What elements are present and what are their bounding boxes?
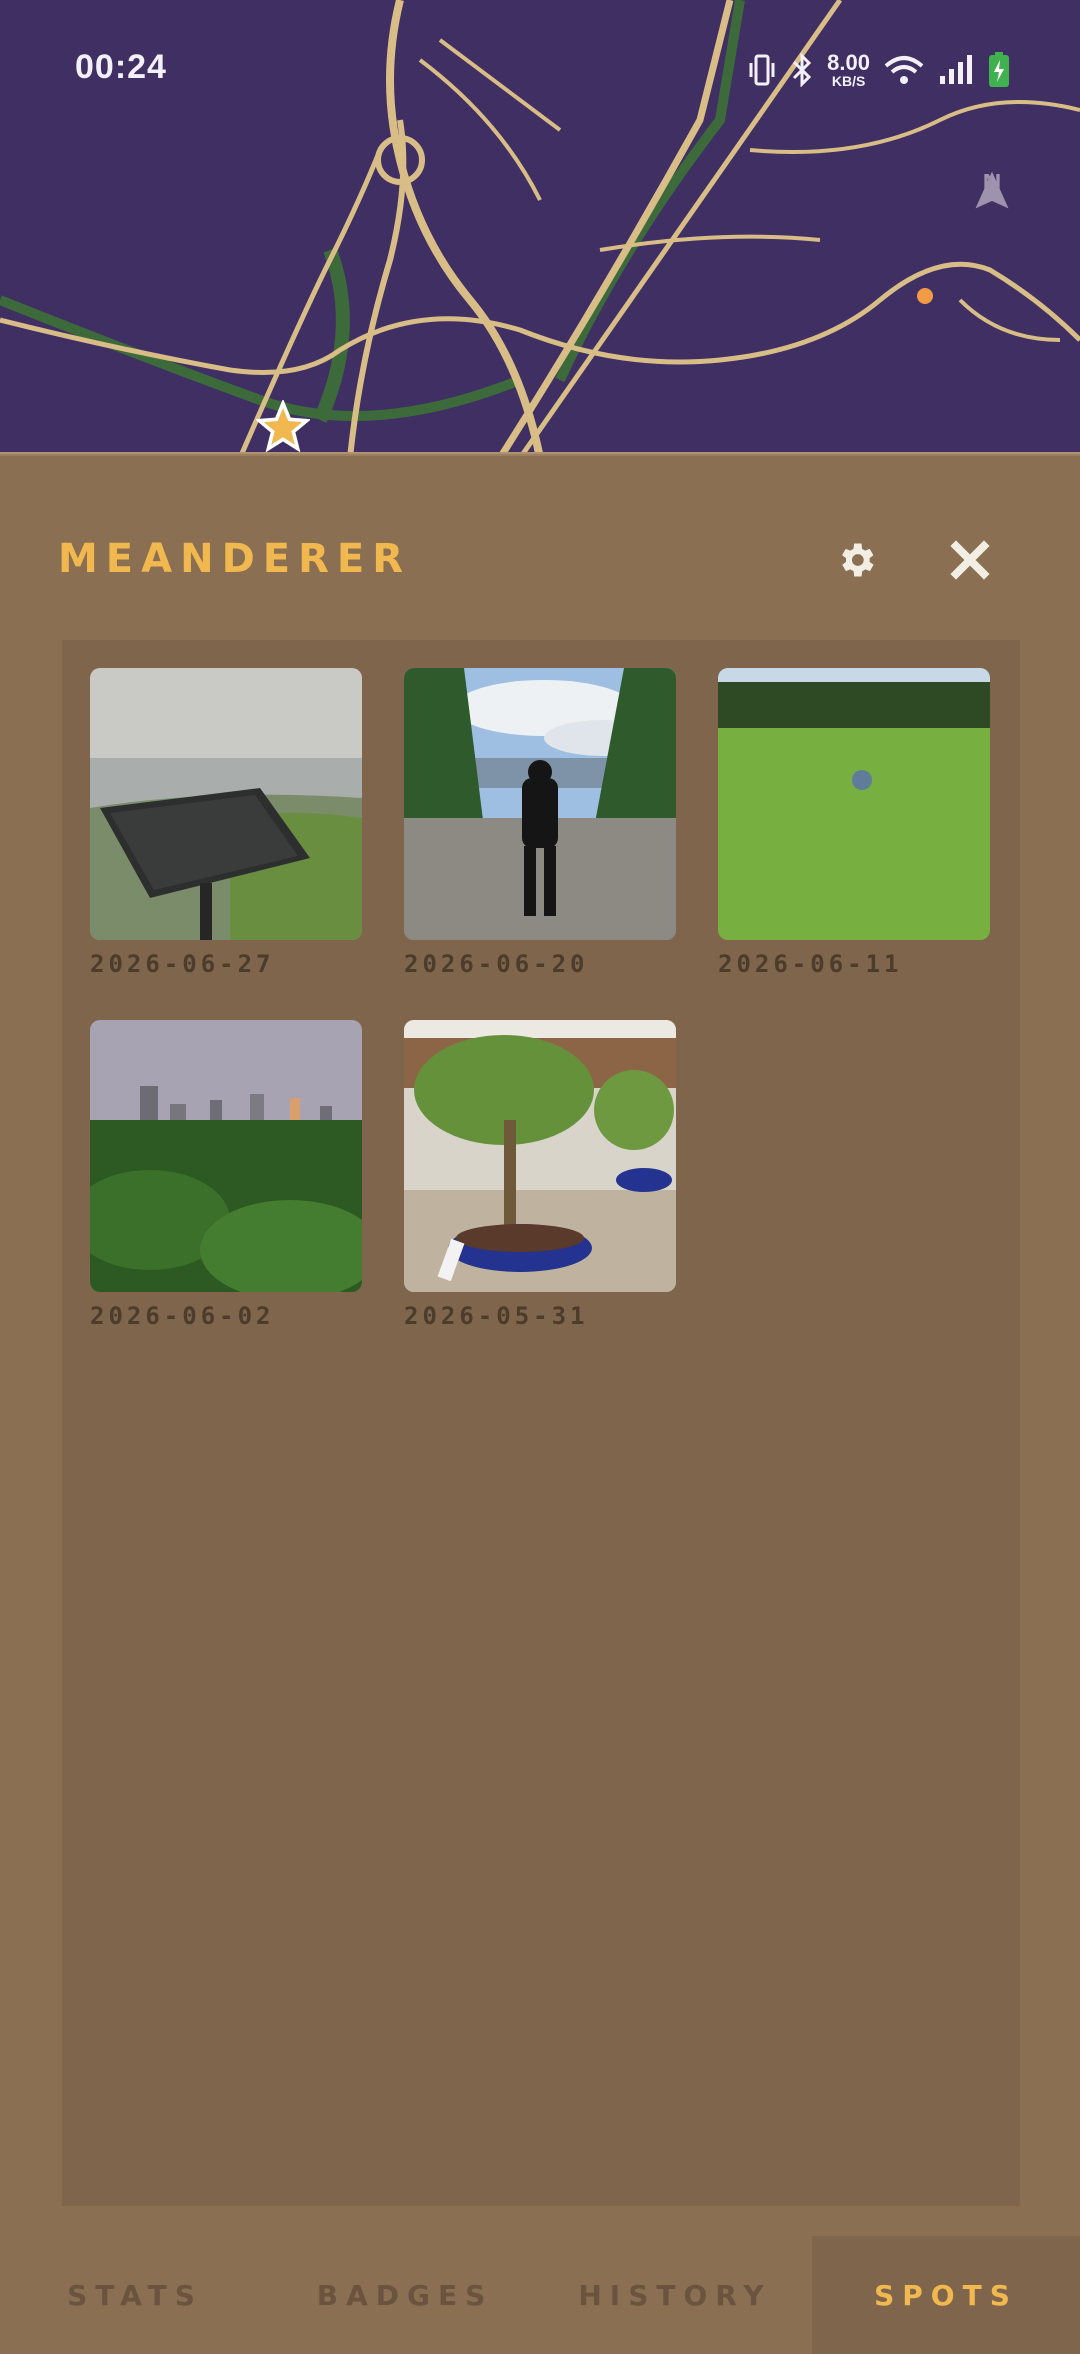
spot-date: 2026-06-11 — [718, 950, 903, 978]
status-icons: 8.00 KB/S — [747, 48, 1010, 92]
signal-icon — [940, 55, 972, 84]
network-speed-value: 8.00 — [827, 50, 870, 75]
status-bar: 00:24 8.00 KB/S — [0, 0, 1080, 140]
spot-photo[interactable] — [718, 668, 990, 940]
spot-photo[interactable] — [90, 668, 362, 940]
spot-card[interactable]: 2026-06-20 — [404, 668, 676, 978]
spot-date: 2026-06-20 — [404, 950, 589, 978]
spot-card[interactable]: 2026-06-27 — [90, 668, 362, 978]
status-time: 00:24 — [75, 48, 167, 86]
spot-card[interactable]: 2026-06-02 — [90, 1020, 362, 1330]
wifi-icon — [884, 56, 924, 84]
settings-button[interactable] — [826, 530, 886, 590]
spot-photo[interactable] — [90, 1020, 362, 1292]
network-speed-unit: KB/S — [831, 73, 866, 89]
spot-card[interactable]: 2026-06-11 — [718, 668, 990, 978]
spot-card[interactable]: 2026-05-31 — [404, 1020, 676, 1330]
spot-date: 2026-06-27 — [90, 950, 275, 978]
star-marker-icon[interactable] — [256, 400, 310, 454]
spot-date: 2026-06-02 — [90, 1302, 275, 1330]
gear-icon — [842, 543, 874, 577]
spot-photo[interactable] — [404, 668, 676, 940]
bluetooth-icon — [793, 53, 812, 87]
tab-badges[interactable]: BADGES — [270, 2236, 540, 2354]
spots-panel[interactable]: 2026-06-27 2026-06-20 2026-06-11 2026-06… — [62, 640, 1020, 2206]
close-button[interactable] — [940, 530, 1000, 590]
compass[interactable]: N — [970, 168, 1014, 209]
compass-arrow-icon — [975, 171, 1009, 209]
battery-charging-icon — [989, 52, 1009, 87]
close-icon — [950, 540, 990, 580]
app-title: MEANDERER — [58, 536, 412, 582]
spot-date: 2026-05-31 — [404, 1302, 589, 1330]
tab-history[interactable]: HISTORY — [540, 2236, 810, 2354]
tab-stats[interactable]: STATS — [0, 2236, 270, 2354]
spot-photo[interactable] — [404, 1020, 676, 1292]
tab-spots[interactable]: SPOTS — [812, 2236, 1080, 2354]
vibrate-icon — [749, 54, 775, 86]
network-speed: 8.00 KB/S — [827, 50, 870, 89]
current-location-dot — [917, 288, 933, 304]
bottom-tab-bar: STATS BADGES HISTORY SPOTS — [0, 2236, 1080, 2354]
